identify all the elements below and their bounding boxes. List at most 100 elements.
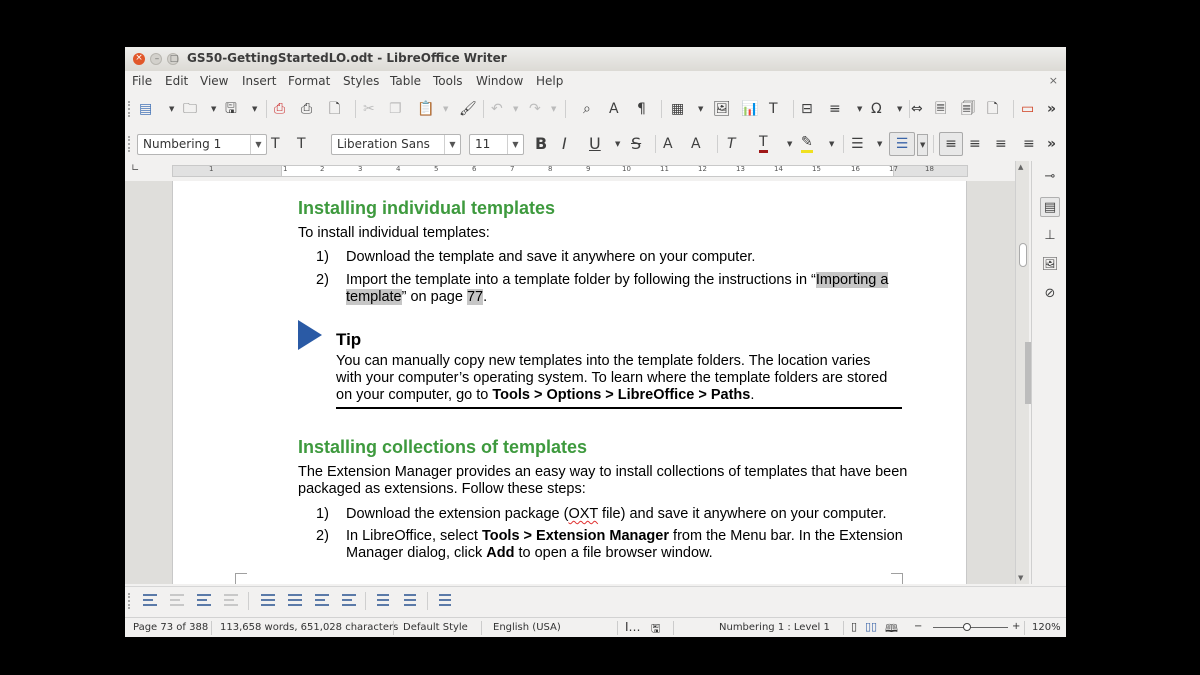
- move-with-subpoints-down-icon[interactable]: [340, 593, 358, 607]
- font-color-icon[interactable]: T: [759, 134, 768, 153]
- zoom-out-button[interactable]: −: [914, 621, 922, 632]
- word-count[interactable]: 113,658 words, 651,028 characters: [220, 622, 398, 633]
- demote-subpoints-icon[interactable]: [195, 593, 213, 607]
- zoom-level[interactable]: 120%: [1032, 622, 1061, 633]
- properties-icon[interactable]: ▤: [1040, 197, 1060, 217]
- book-view-icon[interactable]: 🕮: [885, 620, 898, 637]
- menu-styles[interactable]: Styles: [343, 74, 379, 88]
- spelling-icon[interactable]: A: [609, 99, 619, 119]
- page-reference-field[interactable]: 77: [466, 289, 484, 305]
- toolbar-grip[interactable]: [128, 593, 132, 609]
- italic-icon[interactable]: I: [562, 134, 567, 154]
- justify-icon[interactable]: ≡: [1023, 134, 1035, 154]
- save-icon[interactable]: 🖫: [225, 99, 237, 119]
- highlighting-icon[interactable]: ✎: [801, 134, 813, 153]
- insert-field-icon[interactable]: ≡: [829, 99, 841, 119]
- font-color-dropdown[interactable]: ▼: [787, 134, 792, 154]
- cross-reference-link[interactable]: Importing a: [815, 272, 889, 288]
- document-canvas[interactable]: Installing individual templates To insta…: [125, 181, 1015, 584]
- demote-outline-icon[interactable]: [141, 593, 159, 607]
- menu-format[interactable]: Format: [288, 74, 330, 88]
- chevron-down-icon[interactable]: ▼: [250, 135, 266, 154]
- font-name-combo[interactable]: Liberation Sans ▼: [331, 134, 461, 155]
- zoom-in-button[interactable]: +: [1012, 621, 1020, 632]
- special-char-dropdown[interactable]: ▼: [897, 99, 902, 119]
- numbering-icon[interactable]: ☰: [889, 132, 915, 156]
- paste-icon[interactable]: 📋: [417, 99, 434, 119]
- close-document-button[interactable]: ×: [1049, 74, 1058, 87]
- scroll-down-icon[interactable]: ▼: [1018, 574, 1023, 582]
- insert-footnote-icon[interactable]: 🗏: [935, 99, 946, 119]
- paragraph-style-combo[interactable]: Numbering 1 ▼: [137, 134, 267, 155]
- undo-dropdown[interactable]: ▼: [513, 99, 518, 119]
- multi-page-view-icon[interactable]: ▯▯: [865, 620, 877, 633]
- redo-dropdown[interactable]: ▼: [551, 99, 556, 119]
- save-dropdown[interactable]: ▼: [252, 99, 257, 119]
- menu-insert[interactable]: Insert: [242, 74, 276, 88]
- field-dropdown[interactable]: ▼: [857, 99, 862, 119]
- bullets-icon[interactable]: ☰: [851, 134, 864, 154]
- subscript-icon[interactable]: A: [691, 134, 701, 154]
- promote-outline-icon[interactable]: [168, 593, 186, 607]
- font-size-combo[interactable]: 11 ▼: [469, 134, 524, 155]
- align-center-icon[interactable]: ≡: [969, 134, 981, 154]
- move-item-up-icon[interactable]: [259, 593, 277, 607]
- open-folder-icon[interactable]: 🗀: [183, 99, 197, 119]
- gallery-icon[interactable]: 🖼: [1040, 255, 1060, 275]
- insert-text-box-icon[interactable]: T: [769, 99, 778, 119]
- print-preview-icon[interactable]: 🗋: [329, 99, 340, 119]
- cut-icon[interactable]: ✂: [363, 99, 375, 119]
- print-icon[interactable]: ⎙: [301, 99, 312, 119]
- open-dropdown[interactable]: ▼: [211, 99, 216, 119]
- copy-icon[interactable]: ❐: [389, 99, 402, 119]
- insert-comment-icon[interactable]: 🗐: [961, 99, 975, 119]
- formatting-marks-icon[interactable]: ¶: [637, 99, 646, 119]
- new-dropdown[interactable]: ▼: [169, 99, 174, 119]
- sidebar-settings-icon[interactable]: ⊸: [1040, 167, 1060, 187]
- insert-chart-icon[interactable]: 📊: [741, 99, 758, 119]
- tab-stop-type-icon[interactable]: ∟: [131, 163, 139, 174]
- page-count[interactable]: Page 73 of 388: [133, 622, 208, 633]
- styles-icon[interactable]: ⊥: [1040, 226, 1060, 246]
- insert-hyperlink-icon[interactable]: ⇔: [911, 99, 923, 119]
- insert-line-icon[interactable]: ▭: [1021, 99, 1034, 119]
- menu-table[interactable]: Table: [390, 74, 421, 88]
- menu-help[interactable]: Help: [536, 74, 563, 88]
- bold-icon[interactable]: B: [535, 134, 547, 154]
- new-style-icon[interactable]: T: [297, 134, 306, 154]
- table-dropdown[interactable]: ▼: [698, 99, 703, 119]
- update-style-icon[interactable]: T: [271, 134, 280, 154]
- new-document-icon[interactable]: ▤: [139, 99, 152, 119]
- underline-dropdown[interactable]: ▼: [615, 134, 620, 154]
- underline-icon[interactable]: U: [589, 134, 601, 154]
- bullets-dropdown[interactable]: ▼: [877, 134, 882, 154]
- promote-subpoints-icon[interactable]: [222, 593, 240, 607]
- bullets-and-numbering-dialog-icon[interactable]: [437, 593, 455, 607]
- strikethrough-icon[interactable]: S: [631, 134, 641, 154]
- restart-numbering-icon[interactable]: [402, 593, 420, 607]
- insert-unnumbered-entry-icon[interactable]: [375, 593, 393, 607]
- toolbar-grip[interactable]: [128, 101, 132, 117]
- navigator-icon[interactable]: ⊘: [1040, 284, 1060, 304]
- menu-tools[interactable]: Tools: [433, 74, 463, 88]
- scroll-up-icon[interactable]: ▲: [1018, 163, 1023, 171]
- document-page[interactable]: Installing individual templates To insta…: [172, 181, 967, 584]
- toolbar-grip[interactable]: [128, 136, 132, 152]
- more-options-icon[interactable]: »: [1047, 99, 1056, 119]
- cross-reference-link[interactable]: template: [346, 289, 402, 305]
- move-with-subpoints-up-icon[interactable]: [313, 593, 331, 607]
- window-minimize-button[interactable]: –: [150, 53, 162, 65]
- more-options-icon[interactable]: »: [1047, 134, 1056, 154]
- clear-formatting-icon[interactable]: T: [727, 134, 736, 154]
- insert-image-icon[interactable]: 🖼: [713, 99, 731, 119]
- menu-file[interactable]: File: [132, 74, 152, 88]
- insert-table-icon[interactable]: ▦: [671, 99, 684, 119]
- outline-level[interactable]: Numbering 1 : Level 1: [719, 622, 830, 633]
- horizontal-ruler[interactable]: ∟ 1 1 2 3 4 5 6 7 8 9 10 11 12 13 14 15 …: [125, 161, 1031, 181]
- document-modified-icon[interactable]: 🖫: [651, 620, 660, 637]
- redo-icon[interactable]: ↷: [529, 99, 541, 119]
- insert-mode-icon[interactable]: I…: [625, 620, 641, 634]
- clone-formatting-icon[interactable]: 🖌: [459, 99, 477, 119]
- single-page-view-icon[interactable]: ▯: [851, 620, 857, 633]
- superscript-icon[interactable]: A: [663, 134, 673, 154]
